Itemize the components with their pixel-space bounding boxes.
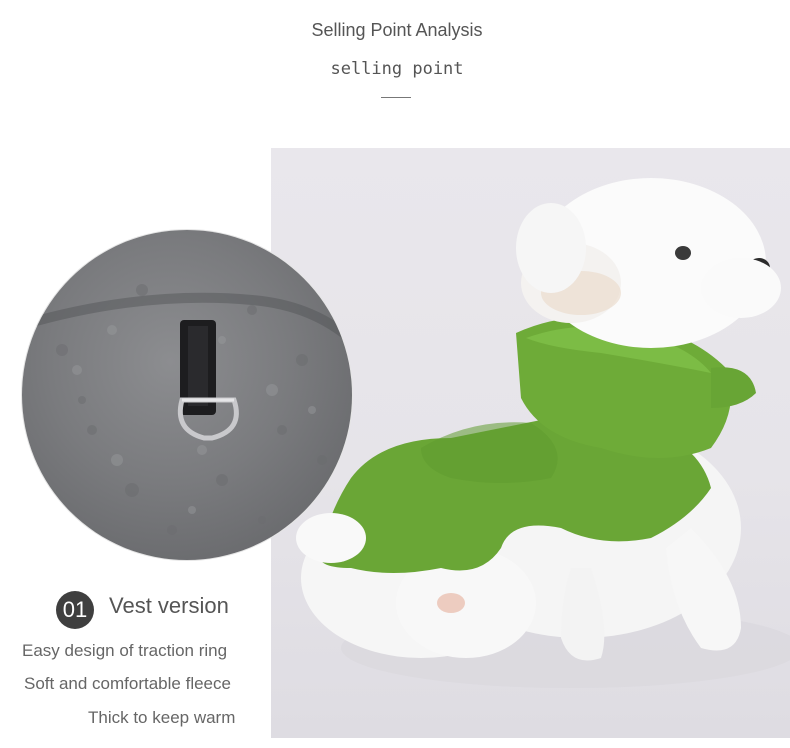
feature-title: Vest version	[109, 593, 229, 618]
fabric-detail-traction-ring	[22, 230, 352, 560]
page-title: Selling Point Analysis	[311, 20, 483, 40]
feature-point-fleece: Soft and comfortable fleece	[24, 674, 231, 693]
feature-number-badge: 01	[56, 591, 94, 629]
product-photo-dog-in-green-vest	[271, 148, 790, 738]
feature-point-traction-ring: Easy design of traction ring	[22, 641, 228, 660]
page-subtitle: selling point	[330, 59, 464, 79]
title-divider	[381, 97, 411, 98]
feature-point-warm: Thick to keep warm	[88, 708, 236, 727]
